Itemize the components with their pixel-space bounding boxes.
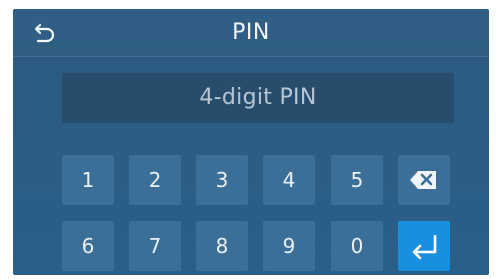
key-4[interactable]: 4 [263,155,315,205]
enter-button[interactable] [398,221,450,271]
page-title: PIN [232,20,270,45]
backspace-button[interactable] [398,155,450,205]
backspace-icon [410,171,436,189]
key-7[interactable]: 7 [129,221,181,271]
enter-icon [412,235,437,260]
back-arrow-icon [34,23,55,43]
pin-input[interactable]: 4-digit PIN [62,73,454,123]
key-1[interactable]: 1 [62,155,114,205]
key-9[interactable]: 9 [263,221,315,271]
key-0[interactable]: 0 [331,221,383,271]
header-bar: PIN [13,9,489,57]
key-8[interactable]: 8 [196,221,248,271]
key-2[interactable]: 2 [129,155,181,205]
pin-entry-screen: PIN 4-digit PIN 1 2 3 4 5 6 7 8 9 0 [13,9,489,275]
back-button[interactable] [30,19,62,47]
key-3[interactable]: 3 [196,155,248,205]
key-5[interactable]: 5 [331,155,383,205]
key-6[interactable]: 6 [62,221,114,271]
